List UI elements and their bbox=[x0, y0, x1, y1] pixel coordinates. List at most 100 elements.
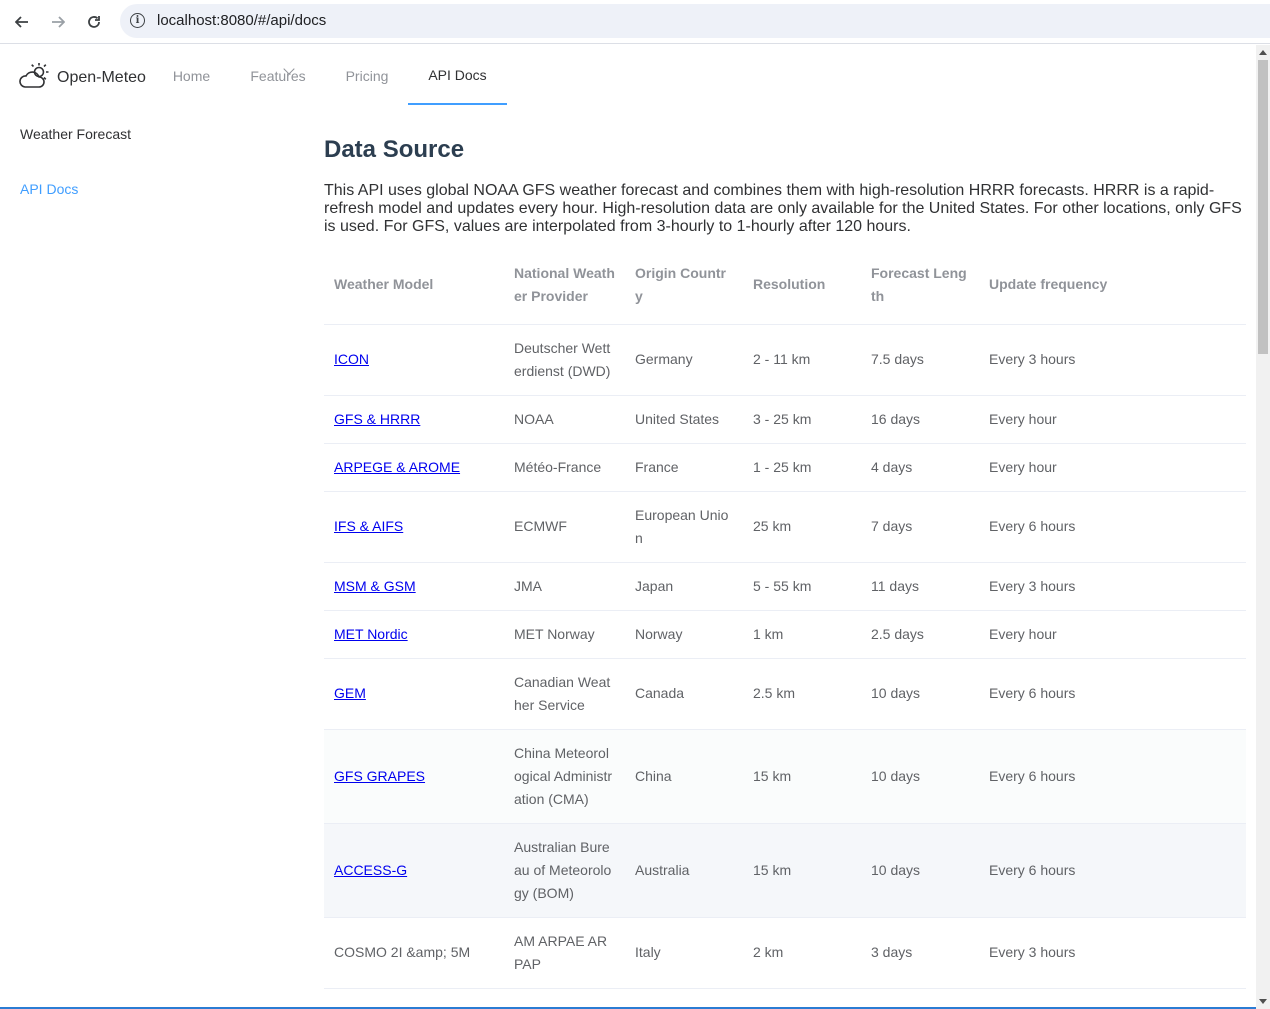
forecast-length-cell: 2.5 days bbox=[861, 610, 979, 659]
model-cell: ACCESS-G bbox=[324, 823, 504, 918]
scroll-down-icon[interactable] bbox=[1259, 999, 1267, 1004]
update-frequency-cell: Every hour bbox=[979, 395, 1246, 444]
browser-toolbar: i localhost:8080/#/api/docs bbox=[0, 0, 1270, 44]
update-frequency-cell: Every 6 hours bbox=[979, 658, 1246, 730]
update-frequency-cell: Every 3 hours bbox=[979, 917, 1246, 989]
model-cell: GEM bbox=[324, 658, 504, 730]
model-link[interactable]: GEM bbox=[334, 685, 366, 701]
resolution-cell: 5 - 55 km bbox=[743, 562, 861, 611]
country-cell: United States bbox=[625, 395, 743, 444]
provider-cell: NOAA bbox=[504, 395, 625, 444]
resolution-cell: 15 km bbox=[743, 729, 861, 824]
forward-icon[interactable] bbox=[45, 9, 71, 35]
table-row: MET Nordic MET Norway Norway 1 km 2.5 days Ev… bbox=[324, 610, 1246, 659]
model-link[interactable]: ACCESS-G bbox=[334, 862, 407, 878]
model-link[interactable]: GFS GRAPES bbox=[334, 768, 425, 784]
country-cell: China bbox=[625, 729, 743, 824]
update-frequency-cell: Every 3 hours bbox=[979, 324, 1246, 396]
column-header[interactable]: Weather Model bbox=[324, 246, 504, 325]
column-header[interactable]: Origin Country bbox=[625, 246, 743, 325]
model-cell: IFS & AIFS bbox=[324, 491, 504, 563]
column-header[interactable]: Update frequency bbox=[979, 246, 1246, 325]
column-header[interactable]: National Weather Provider bbox=[504, 246, 625, 325]
update-frequency-cell: Every 6 hours bbox=[979, 823, 1246, 918]
table-row: ARPEGE & AROME Météo-France France 1 - 25 k… bbox=[324, 443, 1246, 492]
sidebar-item-weather-forecast[interactable]: Weather Forecast bbox=[20, 126, 131, 142]
nav-features[interactable]: Features bbox=[230, 45, 326, 105]
model-link[interactable]: IFS & AIFS bbox=[334, 518, 403, 534]
nav-home[interactable]: Home bbox=[153, 45, 230, 105]
resolution-cell: 2.5 km bbox=[743, 658, 861, 730]
provider-cell: Australian Bureau of Meteorology (BOM) bbox=[504, 823, 625, 918]
country-cell: France bbox=[625, 443, 743, 492]
forecast-length-cell: 10 days bbox=[861, 729, 979, 824]
info-icon[interactable]: i bbox=[130, 13, 145, 28]
brand[interactable]: Open-Meteo bbox=[19, 61, 146, 94]
address-bar[interactable]: i localhost:8080/#/api/docs bbox=[120, 4, 1270, 38]
update-frequency-cell: Every hour bbox=[979, 443, 1246, 492]
forecast-length-cell: 7 days bbox=[861, 491, 979, 563]
table-row: GEM Canadian Weather Service Canada 2.5 km 1… bbox=[324, 658, 1246, 730]
scrollbar-thumb[interactable] bbox=[1258, 60, 1268, 354]
resolution-cell: 1 km bbox=[743, 610, 861, 659]
table-row: MSM & GSM JMA Japan 5 - 55 km 11 days Every 3… bbox=[324, 562, 1246, 611]
model-cell: MSM & GSM bbox=[324, 562, 504, 611]
resolution-cell: 1 - 25 km bbox=[743, 443, 861, 492]
nav-pricing[interactable]: Pricing bbox=[326, 45, 408, 105]
provider-cell: JMA bbox=[504, 562, 625, 611]
forecast-length-cell: 10 days bbox=[861, 823, 979, 918]
resolution-cell: 15 km bbox=[743, 823, 861, 918]
resolution-cell: 2 - 11 km bbox=[743, 324, 861, 396]
forecast-length-cell: 11 days bbox=[861, 562, 979, 611]
country-cell: Japan bbox=[625, 562, 743, 611]
provider-cell: Canadian Weather Service bbox=[504, 658, 625, 730]
country-cell: European Union bbox=[625, 491, 743, 563]
table-header-row: Weather Model National Weather Provider … bbox=[324, 246, 1246, 325]
provider-cell: Météo-France bbox=[504, 443, 625, 492]
weather-models-table: Weather Model National Weather Provider … bbox=[324, 246, 1246, 989]
resolution-cell: 25 km bbox=[743, 491, 861, 563]
provider-cell: ECMWF bbox=[504, 491, 625, 563]
model-link[interactable]: GFS & HRRR bbox=[334, 411, 420, 427]
model-link[interactable]: MSM & GSM bbox=[334, 578, 416, 594]
model-link[interactable]: ICON bbox=[334, 351, 369, 367]
model-cell: COSMO 2I &amp; 5M bbox=[324, 917, 504, 989]
model-cell: GFS GRAPES bbox=[324, 729, 504, 824]
table-row: IFS & AIFS ECMWF European Union 25 km 7 days… bbox=[324, 491, 1246, 563]
page-title: Data Source bbox=[324, 136, 465, 163]
model-link[interactable]: ARPEGE & AROME bbox=[334, 459, 460, 475]
update-frequency-cell: Every 3 hours bbox=[979, 562, 1246, 611]
country-cell: Canada bbox=[625, 658, 743, 730]
column-header[interactable]: Forecast Length bbox=[861, 246, 979, 325]
app: Open-Meteo Home Features Pricing API Doc… bbox=[0, 45, 1256, 1009]
provider-cell: AM ARPAE ARPAP bbox=[504, 917, 625, 989]
column-header[interactable]: Resolution bbox=[743, 246, 861, 325]
scroll-up-icon[interactable] bbox=[1259, 50, 1267, 55]
country-cell: Italy bbox=[625, 917, 743, 989]
brand-name: Open-Meteo bbox=[57, 68, 146, 86]
forecast-length-cell: 3 days bbox=[861, 917, 979, 989]
nav-api-docs[interactable]: API Docs bbox=[408, 45, 507, 105]
forecast-length-cell: 10 days bbox=[861, 658, 979, 730]
update-frequency-cell: Every 6 hours bbox=[979, 729, 1246, 824]
model-cell: ICON bbox=[324, 324, 504, 396]
provider-cell: MET Norway bbox=[504, 610, 625, 659]
forecast-length-cell: 7.5 days bbox=[861, 324, 979, 396]
table-row: ACCESS-G Australian Bureau of Meteorology… bbox=[324, 823, 1246, 918]
forecast-length-cell: 16 days bbox=[861, 395, 979, 444]
provider-cell: China Meteorological Administration (CMA… bbox=[504, 729, 625, 824]
cloud-sun-icon bbox=[19, 61, 49, 94]
vertical-scrollbar[interactable] bbox=[1256, 45, 1270, 1009]
back-icon[interactable] bbox=[9, 9, 35, 35]
update-frequency-cell: Every 6 hours bbox=[979, 491, 1246, 563]
url-text[interactable]: localhost:8080/#/api/docs bbox=[157, 12, 326, 29]
model-link[interactable]: MET Nordic bbox=[334, 626, 408, 642]
intro-paragraph: This API uses global NOAA GFS weather fo… bbox=[324, 182, 1242, 235]
sidebar-item-api-docs[interactable]: API Docs bbox=[20, 181, 78, 197]
country-cell: Germany bbox=[625, 324, 743, 396]
provider-cell: Deutscher Wetterdienst (DWD) bbox=[504, 324, 625, 396]
reload-icon[interactable] bbox=[81, 9, 107, 35]
top-navigation: Open-Meteo Home Features Pricing API Doc… bbox=[0, 45, 1256, 105]
country-cell: Australia bbox=[625, 823, 743, 918]
model-cell: ARPEGE & AROME bbox=[324, 443, 504, 492]
